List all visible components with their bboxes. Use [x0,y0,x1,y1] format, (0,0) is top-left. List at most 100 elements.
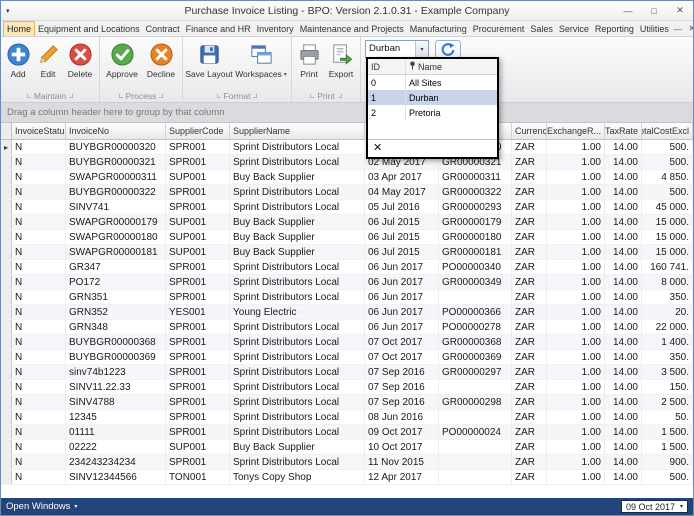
row-indicator [1,185,12,199]
group-by-panel[interactable]: Drag a column header here to group by th… [1,103,693,123]
cell-taxrate: 14.00 [605,365,642,379]
delete-button[interactable]: Delete [63,38,97,89]
column-header-taxrate[interactable]: TaxRate [605,123,642,139]
workspaces-icon [249,41,274,68]
table-row[interactable]: N GRN348 SPR001 Sprint Distributors Local 06… [1,320,693,335]
tab-service[interactable]: Service [556,21,592,36]
export-button[interactable]: Export [324,38,358,89]
decline-button-label: Decline [146,69,176,79]
cell-orderno [439,470,512,484]
delete-icon [68,41,93,68]
row-indicator [1,395,12,409]
tab-home[interactable]: Home [3,21,36,36]
quick-access-arrow-icon[interactable]: ▾ [1,7,15,15]
table-row[interactable]: N 234243234234 SPR001 Sprint Distributors L… [1,455,693,470]
table-row[interactable]: N GRN352 YES001 Young Electric 06 Jun 2017 PO… [1,305,693,320]
add-button[interactable]: Add [3,38,33,89]
column-header-invoiceno[interactable]: InvoiceNo [66,123,166,139]
tab-contract[interactable]: Contract [143,21,183,36]
site-option-all-sites[interactable]: 0 All Sites [368,75,497,90]
cell-totalcostexcl: 1 400. [642,335,693,349]
tab-utilities[interactable]: Utilities [637,21,672,36]
cell-invoicestatus: N [12,245,66,259]
clear-selection-button[interactable]: ✕ [373,143,382,154]
table-row[interactable]: N GR347 SPR001 Sprint Distributors Local 06 … [1,260,693,275]
cell-currency: ZAR [512,380,547,394]
table-row[interactable]: N BUYBGR00000321 SPR001 Sprint Distributors… [1,155,693,170]
table-row[interactable]: N SINV11.22.33 SPR001 Sprint Distributors L… [1,380,693,395]
app-window: ▾ Purchase Invoice Listing - BPO: Versio… [0,0,694,516]
cell-totalcostexcl: 8 000. [642,275,693,289]
site-option-pretoria[interactable]: 2 Pretoria [368,105,497,120]
cell-exchanger: 1.00 [547,455,605,469]
column-header-currency[interactable]: Currency [512,123,547,139]
cell-totalcostexcl: 900. [642,455,693,469]
popup-column-header-id[interactable]: ID [368,59,406,74]
table-row[interactable]: N SINV4788 SPR001 Sprint Distributors Local… [1,395,693,410]
column-header-suppliercode[interactable]: SupplierCode [166,123,230,139]
table-row[interactable]: Nsinv74b1223 SPR001 Sprint Distributors Lo… [1,365,693,380]
maximize-button[interactable]: □ [641,1,667,20]
status-date-picker[interactable]: 09 Oct 2017 ▾ [620,500,688,513]
cell-invoicedate: 06 Jun 2017 [365,275,439,289]
table-row[interactable]: N SINV12344566 TON001 Tonys Copy Shop 12 Apr… [1,470,693,485]
cell-exchanger: 1.00 [547,200,605,214]
table-row[interactable]: N SWAPGR00000179 SUP001 Buy Back Supplier 06… [1,215,693,230]
table-row[interactable]: N SINV741 SPR001 Sprint Distributors Local 0… [1,200,693,215]
tab-sales[interactable]: Sales [527,21,556,36]
edit-button[interactable]: Edit [33,38,63,89]
combobox-dropdown-button[interactable]: ▾ [415,41,428,57]
cell-invoicedate: 06 Jul 2015 [365,230,439,244]
table-row[interactable]: ▸ N BUYBGR00000320 SPR001 Sprint Distributor… [1,140,693,155]
tab-finance-and-hr[interactable]: Finance and HR [183,21,254,36]
cell-suppliercode: SPR001 [166,155,230,169]
site-option-durban[interactable]: 1 Durban [368,90,497,105]
cell-currency: ZAR [512,335,547,349]
column-header-suppliername[interactable]: SupplierName [230,123,365,139]
cell-orderno [439,290,512,304]
cell-invoicedate: 11 Nov 2015 [365,455,439,469]
cell-exchanger: 1.00 [547,350,605,364]
save-layout-button[interactable]: Save Layout [185,38,233,89]
cell-taxrate: 14.00 [605,440,642,454]
open-windows-button[interactable]: Open Windows ▾ [6,501,77,512]
table-row[interactable]: N SWAPGR00000181 SUP001 Buy Back Supplier 06… [1,245,693,260]
tab-maintenance-and-projects[interactable]: Maintenance and Projects [297,21,407,36]
table-row[interactable]: N SWAPGR00000311 SUP001 Buy Back Supplier 03… [1,170,693,185]
tab-inventory[interactable]: Inventory [254,21,297,36]
table-row[interactable]: N PO172 SPR001 Sprint Distributors Local 06 … [1,275,693,290]
tab-procurement[interactable]: Procurement [470,21,528,36]
popup-column-header-name[interactable]: Name [406,59,445,74]
close-button[interactable]: ✕ [667,1,693,20]
table-row[interactable]: N BUYBGR00000322 SPR001 Sprint Distributors… [1,185,693,200]
decline-button[interactable]: Decline [142,38,180,89]
workspaces-button[interactable]: Workspaces ▾ [233,38,289,89]
cell-orderno: PO00000340 [439,260,512,274]
column-header-exchanger[interactable]: ExchangeR... [547,123,605,139]
mdi-close-button[interactable]: ✕ [686,23,693,34]
cell-invoicedate: 07 Sep 2016 [365,395,439,409]
table-row[interactable]: N BUYBGR00000368 SPR001 Sprint Distributors… [1,335,693,350]
export-button-label: Export [328,69,354,79]
minimize-button[interactable]: — [615,1,641,20]
print-button[interactable]: Print [294,38,324,89]
table-row[interactable]: N GRN351 SPR001 Sprint Distributors Local 06… [1,290,693,305]
mdi-minimize-button[interactable]: — [672,24,684,34]
tab-equipment-and-locations[interactable]: Equipment and Locations [35,21,143,36]
table-row[interactable]: N 02222 SUP001 Buy Back Supplier 10 Oct 2017… [1,440,693,455]
chevron-down-icon: ▾ [679,504,683,510]
cell-totalcostexcl: 15 000. [642,230,693,244]
approve-button[interactable]: Approve [102,38,142,89]
table-row[interactable]: N SWAPGR00000180 SUP001 Buy Back Supplier 06… [1,230,693,245]
table-row[interactable]: N 12345 SPR001 Sprint Distributors Local 08 … [1,410,693,425]
table-row[interactable]: N BUYBGR00000369 SPR001 Sprint Distributors… [1,350,693,365]
cell-suppliercode: SPR001 [166,140,230,154]
table-row[interactable]: N 01111 SPR001 Sprint Distributors Local 09 … [1,425,693,440]
site-combobox[interactable]: Durban ▾ [365,40,429,58]
tab-manufacturing[interactable]: Manufacturing [407,21,470,36]
column-header-invoicestatus[interactable]: InvoiceStatus [12,123,66,139]
column-header-totalcostexcl[interactable]: TotalCostExcl [642,123,693,139]
cell-suppliercode: SPR001 [166,380,230,394]
tab-reporting[interactable]: Reporting [592,21,637,36]
cell-invoicedate: 06 Jun 2017 [365,320,439,334]
